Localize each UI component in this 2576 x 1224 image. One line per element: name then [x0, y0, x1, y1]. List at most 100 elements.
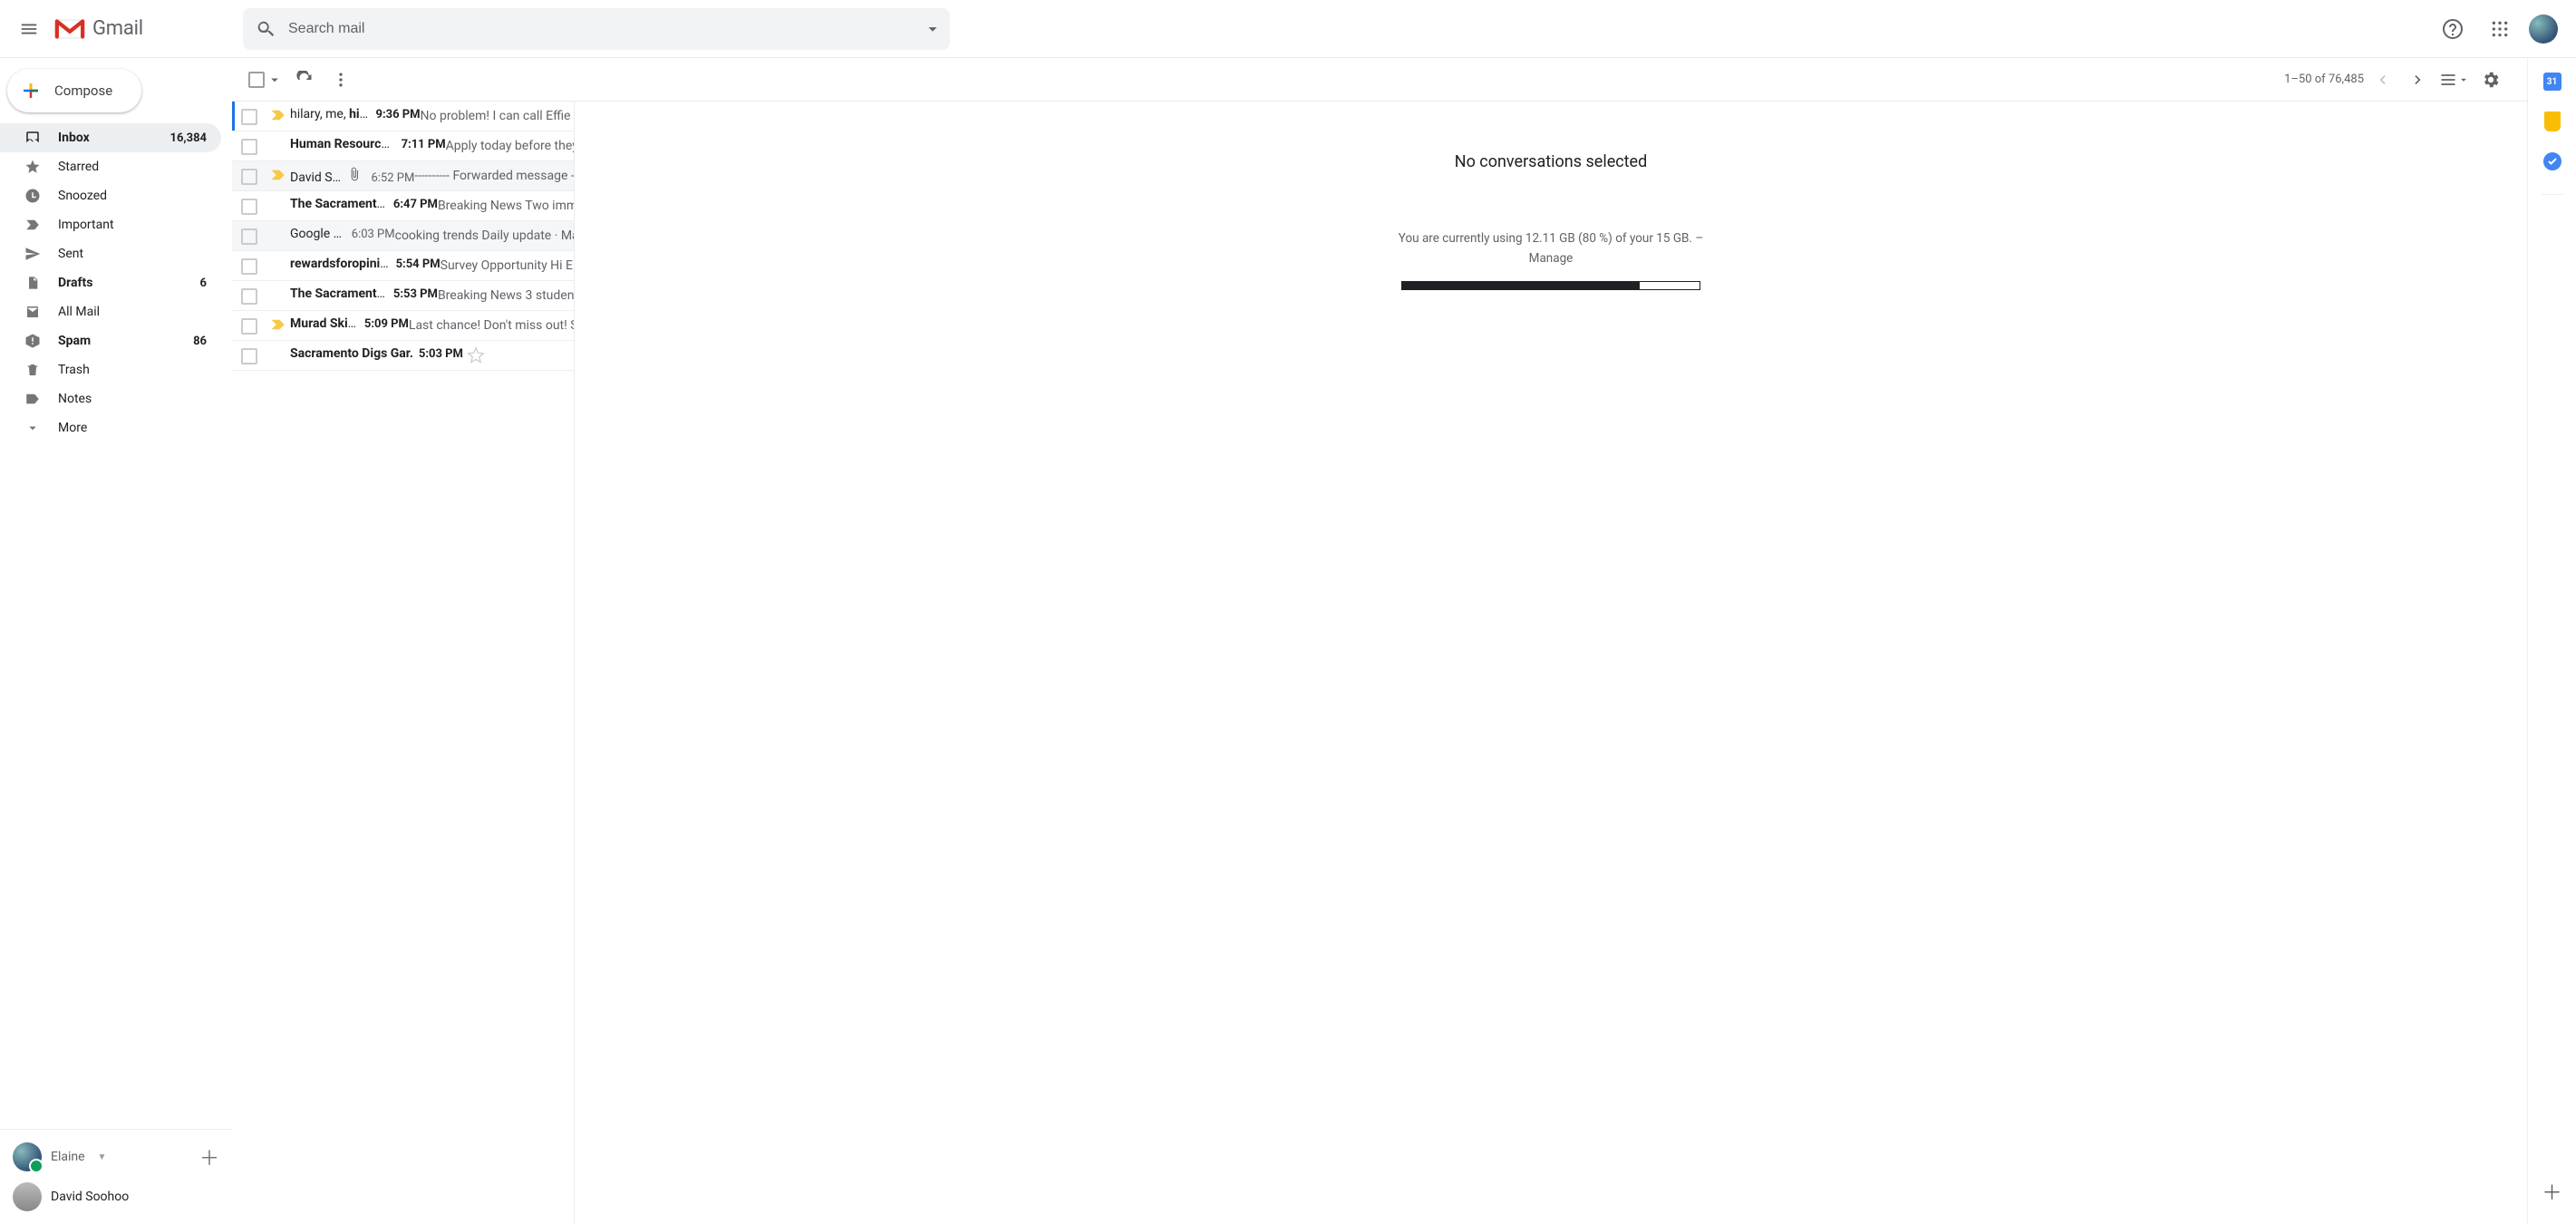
message-time: 9:36 PM: [370, 108, 420, 121]
compose-label: Compose: [54, 83, 112, 99]
sidebar-item-inbox[interactable]: Inbox16,384: [0, 123, 221, 152]
important-marker-icon[interactable]: [270, 109, 286, 125]
sidebar-item-label: Trash: [58, 363, 207, 377]
send-icon: [24, 246, 42, 262]
message-time: 5:54 PM: [391, 257, 441, 271]
sidebar-item-label: Snoozed: [58, 189, 207, 203]
more-button[interactable]: [323, 62, 359, 98]
compose-button[interactable]: Compose: [7, 69, 141, 112]
message-senders: hilary, me, hilary 3: [290, 107, 370, 121]
apps-button[interactable]: [2482, 11, 2518, 47]
mail-icon: [24, 304, 42, 320]
row-checkbox[interactable]: [241, 169, 257, 185]
message-row[interactable]: Murad Skincare5:09 PM🛄 Get it while it l…: [232, 311, 574, 341]
tasks-addon[interactable]: [2542, 151, 2563, 172]
hangouts-contact[interactable]: David Soohoo: [0, 1177, 232, 1217]
sidebar-item-sent[interactable]: Sent: [0, 239, 221, 268]
toolbar: 1–50 of 76,485: [232, 58, 2527, 102]
message-row[interactable]: hilary, me, hilary 39:36 PMdo you have..…: [232, 102, 574, 131]
sidebar-item-snoozed[interactable]: Snoozed: [0, 181, 221, 210]
keep-addon[interactable]: [2542, 111, 2563, 132]
contact-avatar: [13, 1182, 42, 1211]
sidebar-item-more[interactable]: More: [0, 413, 221, 442]
get-addons-button[interactable]: ＋: [2542, 1180, 2563, 1202]
density-icon: [2439, 71, 2457, 89]
main-menu-button[interactable]: [7, 7, 51, 51]
side-panel: 31 ＋: [2527, 58, 2576, 1224]
sidebar-item-drafts[interactable]: Drafts6: [0, 268, 221, 297]
message-row[interactable]: The Sacramento Bee5:53 PM3 students arre…: [232, 281, 574, 311]
search-input[interactable]: [276, 21, 923, 37]
message-senders: rewardsforopinions 2: [290, 257, 391, 271]
message-senders: The Sacramento Bee: [290, 287, 388, 301]
search-options-icon[interactable]: [923, 19, 943, 39]
important-marker-icon[interactable]: [270, 169, 286, 185]
new-conversation-button[interactable]: ＋: [199, 1142, 219, 1171]
message-senders: David Soohoo: [290, 170, 347, 185]
self-avatar: [13, 1142, 42, 1171]
chevron-left-icon: [2373, 71, 2391, 89]
sidebar-item-all-mail[interactable]: All Mail: [0, 297, 221, 326]
more-vert-icon: [332, 71, 350, 89]
app-name: Gmail: [92, 17, 143, 40]
sidebar-item-starred[interactable]: Starred: [0, 152, 221, 181]
sidebar-item-important[interactable]: Important: [0, 210, 221, 239]
support-button[interactable]: [2435, 11, 2471, 47]
newer-button[interactable]: [2364, 62, 2400, 98]
row-checkbox[interactable]: [241, 109, 257, 125]
row-checkbox[interactable]: [241, 139, 257, 155]
message-senders: Google Alerts: [290, 227, 346, 241]
message-row[interactable]: David Soohoo6:52 PMFwd: FW: Plan for lun…: [232, 161, 574, 191]
clock-icon: [24, 188, 42, 204]
settings-button[interactable]: [2473, 62, 2509, 98]
row-checkbox[interactable]: [241, 348, 257, 364]
hangouts-self[interactable]: Elaine ▼ ＋: [0, 1137, 232, 1177]
message-snippet: ---------- Forwarded message --------- F…: [414, 169, 575, 183]
message-row[interactable]: Human Resources Dir.7:11 PMElaine: Human…: [232, 131, 574, 161]
sidebar-item-count: 16,384: [170, 131, 208, 145]
search-bar[interactable]: [243, 8, 950, 50]
sidebar-item-trash[interactable]: Trash: [0, 355, 221, 384]
row-checkbox[interactable]: [241, 258, 257, 275]
attachment-icon: [347, 167, 365, 181]
account-avatar[interactable]: [2529, 15, 2558, 44]
message-list: hilary, me, hilary 39:36 PMdo you have..…: [232, 102, 575, 1224]
message-snippet: Breaking News 3 students arrested in …: [438, 288, 575, 303]
gmail-logo[interactable]: Gmail: [51, 17, 143, 41]
calendar-addon[interactable]: 31: [2542, 71, 2563, 92]
spam-icon: [24, 333, 42, 349]
refresh-button[interactable]: [286, 62, 323, 98]
row-checkbox[interactable]: [241, 228, 257, 245]
split-pane-button[interactable]: [2436, 62, 2473, 98]
message-snippet: Last chance! Don't miss out! Save on …: [409, 318, 575, 333]
star-button[interactable]: [463, 346, 485, 364]
message-row[interactable]: rewardsforopinions 25:54 PMReward offere…: [232, 251, 574, 281]
message-row[interactable]: The Sacramento Bee6:47 PMTwo immigrants …: [232, 191, 574, 221]
message-senders: Murad Skincare: [290, 316, 359, 331]
manage-storage-link[interactable]: Manage: [1529, 251, 1574, 266]
message-row[interactable]: Sacramento Digs Gar.5:03 PM: [232, 341, 574, 371]
row-checkbox[interactable]: [241, 288, 257, 305]
header: Gmail: [0, 0, 2576, 58]
message-snippet: Breaking News Two immigrants facin…: [438, 199, 575, 213]
message-time: 5:09 PM: [359, 317, 409, 331]
gear-icon: [2481, 70, 2501, 90]
tasks-icon: [2543, 152, 2561, 170]
select-all-button[interactable]: [245, 68, 286, 92]
message-snippet: cooking trends Daily update · May 14,…: [395, 228, 575, 243]
message-time: 7:11 PM: [396, 138, 446, 151]
hamburger-icon: [19, 19, 39, 39]
keep-icon: [2544, 112, 2561, 131]
important-marker-icon[interactable]: [270, 318, 286, 335]
older-button[interactable]: [2400, 62, 2436, 98]
sidebar-item-spam[interactable]: Spam86: [0, 326, 221, 355]
sidebar-item-label: Notes: [58, 392, 207, 406]
row-checkbox[interactable]: [241, 318, 257, 335]
row-checkbox[interactable]: [241, 199, 257, 215]
sidebar-item-notes[interactable]: Notes: [0, 384, 221, 413]
storage-text: You are currently using 12.11 GB (80 %) …: [1399, 229, 1703, 268]
message-senders: The Sacramento Bee: [290, 197, 388, 211]
inbox-icon: [24, 130, 42, 146]
message-snippet: Survey Opportunity Hi Elaine Iris, Your…: [441, 258, 575, 273]
message-row[interactable]: Google Alerts6:03 PMGoogle Alert - cooki…: [232, 221, 574, 251]
